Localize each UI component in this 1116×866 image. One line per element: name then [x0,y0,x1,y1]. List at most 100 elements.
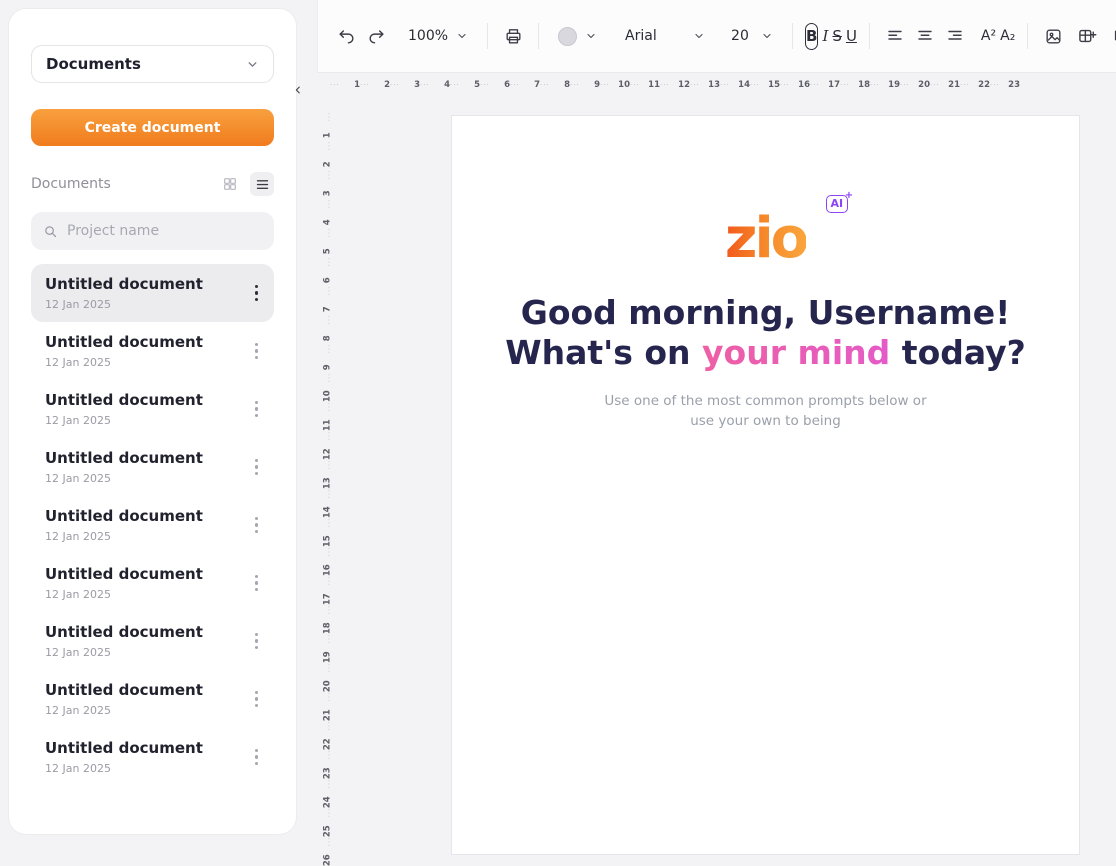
ruler-unit: ···11 [321,402,334,431]
document-list-item[interactable]: Untitled document 12 Jan 2025 [31,554,274,612]
toolbar-divider [1027,23,1028,49]
editor-main: 100% Arial 20 B I S U [297,0,1116,843]
align-right-icon [946,27,964,45]
document-title: Untitled document [45,449,203,467]
document-date: 12 Jan 2025 [45,356,203,369]
chevron-down-icon [761,30,773,42]
create-document-button[interactable]: Create document [31,109,274,146]
document-list-item[interactable]: Untitled document 12 Jan 2025 [31,496,274,554]
search-bar [31,212,274,250]
document-date: 12 Jan 2025 [45,414,203,427]
toolbar-divider [869,23,870,49]
ruler-unit: ···6 [480,79,510,92]
document-page[interactable]: zio AI+ Good morning, Username! What's o… [451,115,1080,855]
document-list-header: Documents [31,172,274,196]
ruler-unit: ···14 [321,489,334,518]
document-date: 12 Jan 2025 [45,298,203,311]
sidebar-collapse-button[interactable] [288,78,308,102]
document-list-item[interactable]: Untitled document 12 Jan 2025 [31,264,274,322]
kebab-menu-icon[interactable] [247,569,267,598]
align-left-button[interactable] [881,22,909,50]
search-input[interactable] [67,223,262,239]
chevron-down-icon [456,30,468,42]
search-icon [43,224,58,239]
italic-button[interactable]: I [822,23,828,50]
grid-view-icon[interactable] [218,172,242,196]
subscript-button[interactable]: A₂ [1000,23,1015,50]
document-meta: Untitled document 12 Jan 2025 [45,275,203,311]
kebab-menu-icon[interactable] [247,685,267,714]
ruler-unit: ···16 [780,79,810,92]
image-button[interactable] [1039,22,1067,50]
insert-table-button[interactable] [1073,22,1101,50]
toolbar-insert-group [1039,22,1116,50]
ruler-unit: ···12 [660,79,690,92]
toolbar-divider [487,23,488,49]
document-list-item[interactable]: Untitled document 12 Jan 2025 [31,322,274,380]
ruler-unit: ···21 [930,79,960,92]
ruler-unit: ···23 [321,750,334,779]
kebab-menu-icon[interactable] [247,627,267,656]
kebab-menu-icon[interactable] [247,511,267,540]
ruler-unit: ···18 [840,79,870,92]
view-toggle [218,172,274,196]
document-list-item[interactable]: Untitled document 12 Jan 2025 [31,728,274,786]
ai-badge-icon: AI+ [826,195,849,213]
document-list-item[interactable]: Untitled document 12 Jan 2025 [31,670,274,728]
comment-button[interactable] [1107,22,1116,50]
font-size-value: 20 [731,28,749,44]
text-color-picker[interactable] [550,21,605,51]
font-size-select[interactable]: 20 [723,21,781,51]
image-icon [1044,27,1063,46]
underline-button[interactable]: U [846,23,857,50]
ruler-unit: ···20 [900,79,930,92]
ruler-unit: ···7 [321,286,334,315]
superscript-button[interactable]: A² [981,23,996,50]
editor-toolbar: 100% Arial 20 B I S U [317,0,1116,73]
ruler-unit: ···1 [321,112,334,141]
ruler-unit: ···19 [321,634,334,663]
undo-button[interactable] [332,22,360,50]
document-list-title: Documents [31,176,111,192]
document-list-item[interactable]: Untitled document 12 Jan 2025 [31,612,274,670]
kebab-menu-icon[interactable] [247,453,267,482]
subtitle-line1: Use one of the most common prompts below… [604,393,926,409]
ruler-unit: ···24 [321,779,334,808]
print-button[interactable] [499,22,527,50]
align-center-button[interactable] [911,22,939,50]
font-family-value: Arial [625,28,657,44]
bold-button[interactable]: B [805,23,818,50]
comment-icon [1112,27,1116,46]
kebab-menu-icon[interactable] [247,337,267,366]
ruler-unit: ···18 [321,605,334,634]
zoom-select[interactable]: 100% [400,21,476,51]
greeting-highlight: your mind [702,333,890,372]
ruler-unit: ···3 [390,79,420,92]
document-title: Untitled document [45,681,203,699]
ruler-unit: ···4 [321,199,334,228]
font-family-select[interactable]: Arial [617,21,713,51]
ruler-unit: ···8 [321,315,334,344]
list-view-icon[interactable] [250,172,274,196]
document-meta: Untitled document 12 Jan 2025 [45,507,203,543]
kebab-menu-icon[interactable] [247,279,267,308]
ruler-unit: ···23 [990,79,1020,92]
document-date: 12 Jan 2025 [45,762,203,775]
document-list-item[interactable]: Untitled document 12 Jan 2025 [31,438,274,496]
ruler-unit: ···1 [330,79,360,92]
document-meta: Untitled document 12 Jan 2025 [45,623,203,659]
strikethrough-button[interactable]: S [832,23,842,50]
zio-logo: zio AI+ [725,211,806,267]
document-title: Untitled document [45,275,203,293]
kebab-menu-icon[interactable] [247,743,267,772]
document-list-item[interactable]: Untitled document 12 Jan 2025 [31,380,274,438]
ruler-vertical: ···1···2···3···4···5···6···7···8···9···1… [321,112,334,866]
align-right-button[interactable] [941,22,969,50]
workspace-selector[interactable]: Documents [31,45,274,83]
align-left-icon [886,27,904,45]
document-date: 12 Jan 2025 [45,472,203,485]
redo-button[interactable] [362,22,390,50]
kebab-menu-icon[interactable] [247,395,267,424]
greeting-heading: Good morning, Username! What's on your m… [452,293,1079,374]
workspace-selector-label: Documents [46,55,141,73]
